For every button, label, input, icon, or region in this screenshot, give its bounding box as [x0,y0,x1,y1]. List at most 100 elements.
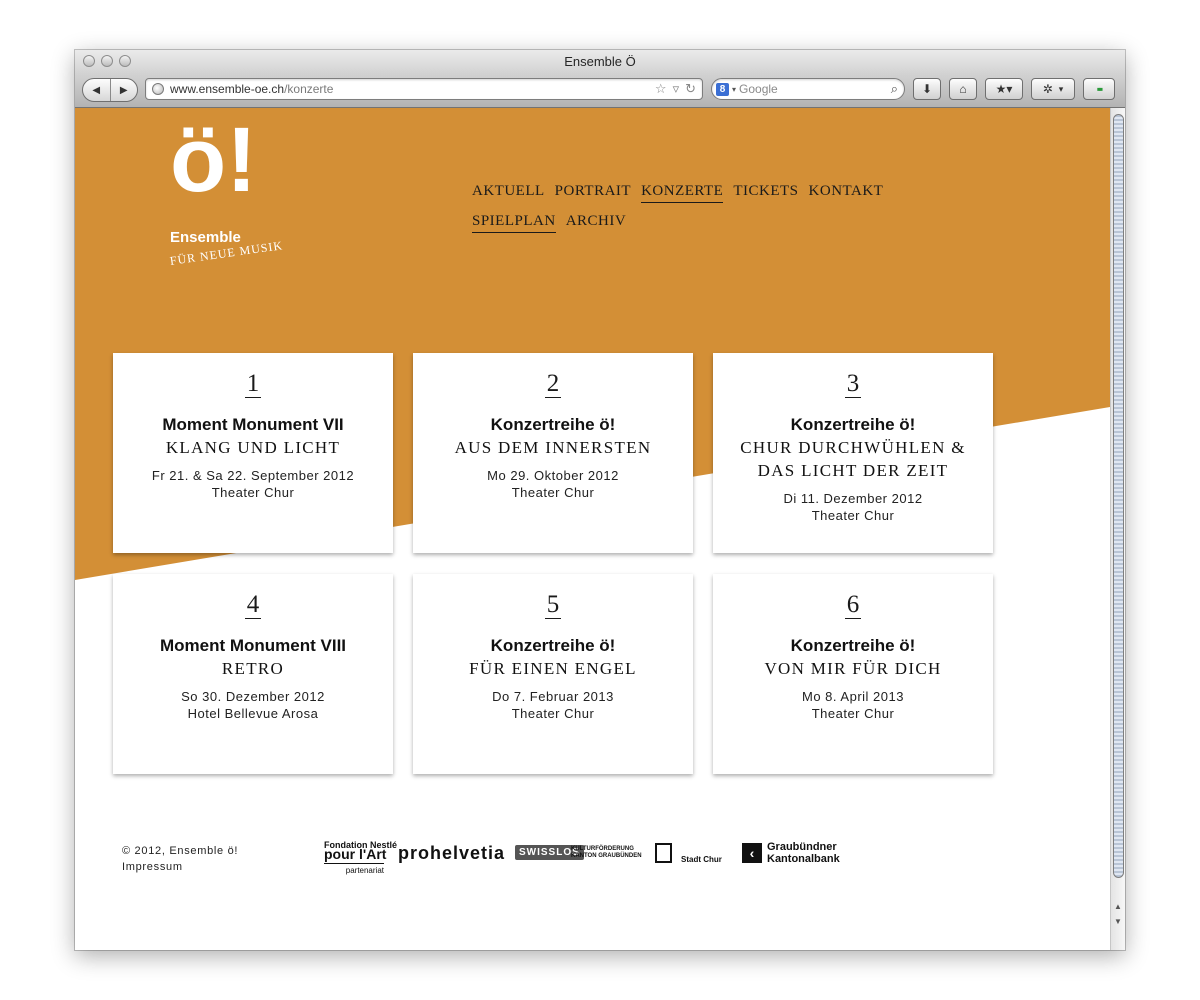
browser-window: Ensemble Ö ◀ ▶ www.ensemble-oe.ch/konzer… [75,50,1125,950]
nav-link-konzerte[interactable]: KONZERTE [641,183,724,203]
subnav-link-spielplan[interactable]: SPIELPLAN [472,213,556,233]
concert-number: 2 [544,370,562,399]
search-input[interactable]: Google [739,82,891,96]
primary-nav: AKTUELL PORTRAIT KONZERTE TICKETS KONTAKT [472,183,893,203]
concert-venue: Theater Chur [811,508,895,524]
concert-title: Moment Monument VII [162,415,344,435]
concert-venue: Theater Chur [511,485,595,501]
site-logo[interactable]: ö! Ensemble FÜR NEUE MUSIK [169,114,410,288]
scroll-down-icon[interactable]: ▼ [1111,915,1125,929]
minimize-window-button[interactable] [101,55,113,67]
concert-title: Konzertreihe ö! [790,415,916,435]
concert-venue: Theater Chur [511,706,595,722]
nav-link-kontakt[interactable]: KONTAKT [809,183,884,203]
concert-subtitle: KLANG UND LICHT [165,438,341,458]
address-bar[interactable]: www.ensemble-oe.ch/konzerte ☆ ▿ ↻ [145,78,703,100]
history-buttons: ◀ ▶ [82,78,138,102]
scrollbar-thumb[interactable] [1113,114,1124,878]
address-bar-actions: ☆ ▿ ↻ [655,81,702,97]
puzzle-icon: ✲ [1042,82,1053,96]
concert-card[interactable]: 1 Moment Monument VII KLANG UND LICHT Fr 21… [113,353,393,553]
close-window-button[interactable] [83,55,95,67]
address-url[interactable]: www.ensemble-oe.ch/konzerte [170,82,655,96]
chevron-down-icon: ▾ [1058,83,1064,94]
concert-subtitle: VON MIR FÜR DICH [764,659,942,679]
vertical-scrollbar[interactable]: ▲ ▼ [1110,108,1125,950]
concert-venue: Hotel Bellevue Arosa [187,706,319,722]
concert-number: 1 [244,370,262,399]
search-engine-icon[interactable]: 8 [716,82,729,96]
sponsor-logo-gkb[interactable]: Graubündner Kantonalbank [767,841,840,865]
sponsor-gkb-line2: Kantonalbank [767,853,840,865]
concert-date: Di 11. Dezember 2012 [783,491,923,507]
url-host: www.ensemble-oe.ch [170,82,285,96]
concert-number: 6 [844,591,862,620]
sponsor-logo-prohelvetia[interactable]: prohelvetia [398,843,505,864]
sponsor-gkb-line1: Graubündner [767,841,837,853]
search-bar[interactable]: 8 ▾ Google ⌕ [711,78,905,100]
chevron-down-icon[interactable]: ▾ [732,85,736,94]
sponsor-kultur-line1: KULTURFÖRDERUNG [571,846,634,852]
sponsor-logo-kulturfoerderung[interactable]: KULTURFÖRDERUNG KANTON GRAUBÜNDEN [571,846,642,860]
copyright-text: © 2012, Ensemble ö! [122,845,239,857]
logo-mark: ö! [170,109,257,211]
chur-crest-icon [655,843,672,863]
concert-venue: Theater Chur [811,706,895,722]
concert-card[interactable]: 3 Konzertreihe ö! CHUR DURCHWÜHLEN & DAS LI… [713,353,993,553]
concert-number: 5 [544,591,562,620]
forward-button[interactable]: ▶ [111,79,138,101]
concert-title: Konzertreihe ö! [790,636,916,656]
globe-icon [152,83,164,95]
secondary-nav: SPIELPLAN ARCHIV [472,213,893,233]
window-titlebar: Ensemble Ö [75,50,1125,74]
concert-date: Mo 29. Oktober 2012 [487,468,619,484]
concert-subtitle: CHUR DURCHWÜHLEN & [740,438,966,458]
logo-name: Ensemble [170,229,241,246]
concert-subtitle: RETRO [221,659,285,679]
window-title: Ensemble Ö [564,54,636,69]
bookmark-star-icon[interactable]: ☆ [655,81,667,97]
addon-icon: ▪▪ [1096,82,1103,96]
extension-button[interactable]: ✲ ▾ [1031,78,1075,100]
bookmark-icon: ★▾ [995,82,1013,96]
sponsor-nestle-tag: partenariat [324,863,384,875]
bookmarks-button[interactable]: ★▾ [985,78,1023,100]
window-controls [83,55,131,67]
url-path: /konzerte [284,82,334,96]
history-dropdown-icon[interactable]: ▿ [673,81,680,97]
concert-card[interactable]: 4 Moment Monument VIII RETRO So 30. Dezembe… [113,574,393,774]
concert-date: Do 7. Februar 2013 [492,689,614,705]
sponsor-logo-nestle[interactable]: Fondation Nestlé pour l'Art partenariat [324,841,397,875]
concert-title: Konzertreihe ö! [490,636,616,656]
addon-button[interactable]: ▪▪ [1083,78,1115,100]
back-button[interactable]: ◀ [83,79,111,101]
concert-date: Mo 8. April 2013 [802,689,904,705]
concert-venue: Theater Chur [211,485,295,501]
nav-link-aktuell[interactable]: AKTUELL [472,183,545,203]
concert-date: So 30. Dezember 2012 [181,689,325,705]
subnav-link-archiv[interactable]: ARCHIV [566,213,627,233]
concert-number: 4 [244,591,262,620]
impressum-link[interactable]: Impressum [122,859,238,875]
concert-card[interactable]: 6 Konzertreihe ö! VON MIR FÜR DICH Mo 8. Ap… [713,574,993,774]
footer-info: © 2012, Ensemble ö! Impressum [122,843,238,875]
concert-card[interactable]: 2 Konzertreihe ö! AUS DEM INNERSTEN Mo 29. … [413,353,693,553]
nav-link-tickets[interactable]: TICKETS [733,183,798,203]
sponsor-nestle-line2: pour l'Art [324,846,387,862]
browser-toolbar: ◀ ▶ www.ensemble-oe.ch/konzerte ☆ ▿ ↻ 8 … [75,74,1125,108]
zoom-window-button[interactable] [119,55,131,67]
reload-icon[interactable]: ↻ [685,81,696,97]
concert-subtitle: AUS DEM INNERSTEN [454,438,652,458]
concert-card[interactable]: 5 Konzertreihe ö! FÜR EINEN ENGEL Do 7. Feb… [413,574,693,774]
sponsor-logo-stadt-chur[interactable]: Stadt Chur [681,855,722,864]
search-icon[interactable]: ⌕ [891,81,904,97]
sponsor-kultur-line2: KANTON GRAUBÜNDEN [571,853,642,859]
concert-title: Moment Monument VIII [159,636,347,656]
download-button[interactable]: ⬇ [913,78,941,100]
home-icon: ⌂ [959,82,967,96]
home-button[interactable]: ⌂ [949,78,977,100]
concert-date: Fr 21. & Sa 22. September 2012 [151,468,355,484]
main-navigation: AKTUELL PORTRAIT KONZERTE TICKETS KONTAKT SP… [472,183,893,243]
nav-link-portrait[interactable]: PORTRAIT [555,183,631,203]
scroll-up-icon[interactable]: ▲ [1111,900,1125,914]
